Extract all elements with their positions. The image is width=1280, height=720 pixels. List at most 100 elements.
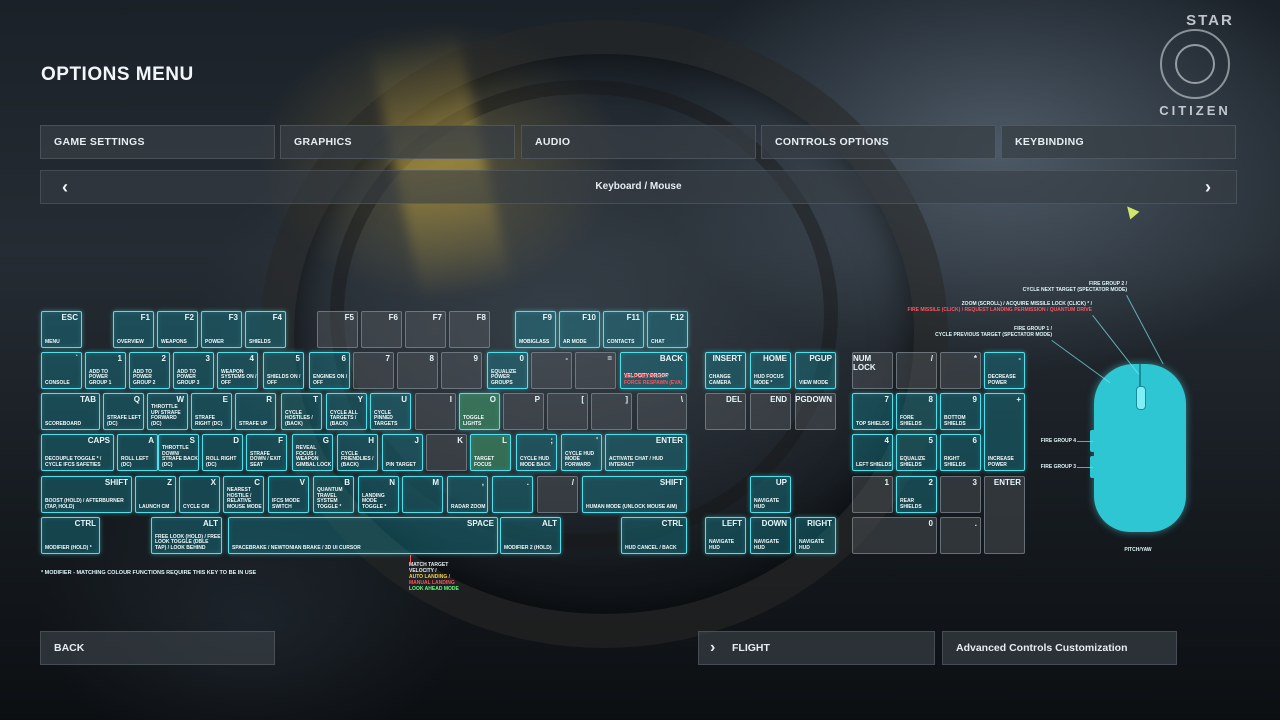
key-46[interactable]: G REVEAL FOCUS / WEAPON GIMBAL LOCK (292, 434, 333, 471)
key-44[interactable]: D ROLL RIGHT (DC) (202, 434, 243, 471)
tab-audio[interactable]: AUDIO (521, 125, 756, 159)
key-88[interactable]: + INCREASE POWER (984, 393, 1025, 471)
back-button[interactable]: BACK (40, 631, 275, 665)
key-61[interactable]: M (402, 476, 443, 513)
key-1[interactable]: F1 OVERVIEW (113, 311, 154, 348)
key-69[interactable]: ALT MODIFIER 2 (HOLD) (500, 517, 561, 554)
key-59[interactable]: B QUANTUM TRAVEL SYSTEM TOGGLE * (313, 476, 354, 513)
key-0[interactable]: ESC MENU (41, 311, 82, 348)
key-41[interactable]: CAPS DECOUPLE TOGGLE * / CYCLE IFCS SAFET… (41, 434, 114, 471)
key-51[interactable]: ; CYCLE HUD MODE BACK (516, 434, 557, 471)
key-31[interactable]: R STRAFE UP (235, 393, 276, 430)
key-87[interactable]: 9 BOTTOM SHIELDS (940, 393, 981, 430)
key-85[interactable]: 7 TOP SHIELDS (852, 393, 893, 430)
key-23[interactable]: 0 EQUALIZE POWER GROUPS (487, 352, 528, 389)
key-86[interactable]: 8 FORE SHIELDS (896, 393, 937, 430)
key-97[interactable]: . (940, 517, 981, 554)
key-57[interactable]: C NEAREST HOSTILE / RELATIVE MOUSE MODE (223, 476, 264, 513)
key-63[interactable]: . (492, 476, 533, 513)
key-26[interactable]: BACK VELOCITY DROOP SELF DESTRUCT / FORCE … (620, 352, 687, 389)
key-45[interactable]: F STRAFE DOWN / EXIT SEAT (246, 434, 287, 471)
key-30[interactable]: E STRAFE RIGHT (DC) (191, 393, 232, 430)
key-25[interactable]: = (575, 352, 616, 389)
key-53[interactable]: ENTER ACTIVATE CHAT / HUD INTERACT (605, 434, 687, 471)
key-47[interactable]: H CYCLE FRIENDLIES / (BACK) (337, 434, 378, 471)
advanced-controls-button[interactable]: Advanced Controls Customization (942, 631, 1177, 665)
key-35[interactable]: I (415, 393, 456, 430)
key-10[interactable]: F10 AR MODE (559, 311, 600, 348)
key-74[interactable]: DEL (705, 393, 746, 430)
key-9[interactable]: F9 MOBIGLASS (515, 311, 556, 348)
key-64[interactable]: / (537, 476, 578, 513)
key-94[interactable]: 3 (940, 476, 981, 513)
key-89[interactable]: 4 LEFT SHIELDS (852, 434, 893, 471)
key-79[interactable]: DOWN NAVIGATE HUD (750, 517, 791, 554)
key-36[interactable]: O TOGGLE LIGHTS (459, 393, 500, 430)
key-5[interactable]: F5 (317, 311, 358, 348)
key-71[interactable]: INSERT CHANGE CAMERA (705, 352, 746, 389)
key-17[interactable]: 4 WEAPON SYSTEMS ON / OFF (217, 352, 258, 389)
key-21[interactable]: 8 (397, 352, 438, 389)
key-90[interactable]: 5 EQUALIZE SHIELDS (896, 434, 937, 471)
tab-graphics[interactable]: GRAPHICS (280, 125, 515, 159)
tab-controls-options[interactable]: CONTROLS OPTIONS (761, 125, 996, 159)
key-48[interactable]: J PIN TARGET (382, 434, 423, 471)
key-55[interactable]: Z LAUNCH CM (135, 476, 176, 513)
key-75[interactable]: END (750, 393, 791, 430)
key-2[interactable]: F2 WEAPONS (157, 311, 198, 348)
key-82[interactable]: / (896, 352, 937, 389)
key-29[interactable]: W THROTTLE UP/ STRAFE FORWARD (DC) (147, 393, 188, 430)
key-7[interactable]: F7 (405, 311, 446, 348)
key-67[interactable]: ALT FREE LOOK (HOLD) / FREE LOOK TOGGLE (… (151, 517, 222, 554)
key-77[interactable]: UP NAVIGATE HUD (750, 476, 791, 513)
flight-button[interactable]: › FLIGHT (698, 631, 935, 665)
key-40[interactable]: \ (637, 393, 687, 430)
key-50[interactable]: L TARGET FOCUS (470, 434, 511, 471)
key-81[interactable]: NUM LOCK (852, 352, 893, 389)
key-78[interactable]: LEFT NAVIGATE HUD (705, 517, 746, 554)
key-52[interactable]: ' CYCLE HUD MODE FORWARD (561, 434, 602, 471)
key-76[interactable]: PGDOWN (795, 393, 836, 430)
key-73[interactable]: PGUP VIEW MODE (795, 352, 836, 389)
key-3[interactable]: F3 POWER (201, 311, 242, 348)
tab-keybinding[interactable]: KEYBINDING (1001, 125, 1236, 159)
key-8[interactable]: F8 (449, 311, 490, 348)
key-49[interactable]: K (426, 434, 467, 471)
key-72[interactable]: HOME HUD FOCUS MODE * (750, 352, 791, 389)
key-80[interactable]: RIGHT NAVIGATE HUD (795, 517, 836, 554)
key-18[interactable]: 5 SHIELDS ON / OFF (263, 352, 304, 389)
key-32[interactable]: T CYCLE HOSTILES / (BACK) (281, 393, 322, 430)
key-38[interactable]: [ (547, 393, 588, 430)
key-14[interactable]: 1 ADD TO POWER GROUP 1 (85, 352, 126, 389)
key-27[interactable]: TAB SCOREBOARD (41, 393, 100, 430)
key-91[interactable]: 6 RIGHT SHIELDS (940, 434, 981, 471)
key-4[interactable]: F4 SHIELDS (245, 311, 286, 348)
key-93[interactable]: 2 REAR SHIELDS (896, 476, 937, 513)
key-58[interactable]: V IFCS MODE SWITCH (268, 476, 309, 513)
key-11[interactable]: F11 CONTACTS (603, 311, 644, 348)
key-96[interactable]: 0 (852, 517, 937, 554)
key-95[interactable]: ENTER (984, 476, 1025, 554)
key-15[interactable]: 2 ADD TO POWER GROUP 2 (129, 352, 170, 389)
key-60[interactable]: N LANDING MODE TOGGLE * (358, 476, 399, 513)
key-68[interactable]: SPACE SPACEBRAKE / NEWTONIAN BRAKE / 3D U… (228, 517, 498, 554)
key-37[interactable]: P (503, 393, 544, 430)
key-65[interactable]: SHIFT HUMAN MODE (UNLOCK MOUSE AIM) (582, 476, 687, 513)
key-19[interactable]: 6 ENGINES ON / OFF (309, 352, 350, 389)
tab-game-settings[interactable]: GAME SETTINGS (40, 125, 275, 159)
key-33[interactable]: Y CYCLE ALL TARGETS / (BACK) (326, 393, 367, 430)
key-70[interactable]: CTRL HUD CANCEL / BACK (621, 517, 687, 554)
key-28[interactable]: Q STRAFE LEFT (DC) (103, 393, 144, 430)
key-56[interactable]: X CYCLE CM (179, 476, 220, 513)
key-54[interactable]: SHIFT BOOST (HOLD) / AFTERBURNER (TAP, HO… (41, 476, 132, 513)
key-92[interactable]: 1 (852, 476, 893, 513)
key-20[interactable]: 7 (353, 352, 394, 389)
key-13[interactable]: ` CONSOLE (41, 352, 82, 389)
key-84[interactable]: - DECREASE POWER (984, 352, 1025, 389)
key-16[interactable]: 3 ADD TO POWER GROUP 3 (173, 352, 214, 389)
key-22[interactable]: 9 (441, 352, 482, 389)
key-24[interactable]: - (531, 352, 572, 389)
key-83[interactable]: * (940, 352, 981, 389)
key-62[interactable]: , RADAR ZOOM (447, 476, 488, 513)
key-43[interactable]: S THROTTLE DOWN/ STRAFE BACK (DC) (158, 434, 199, 471)
